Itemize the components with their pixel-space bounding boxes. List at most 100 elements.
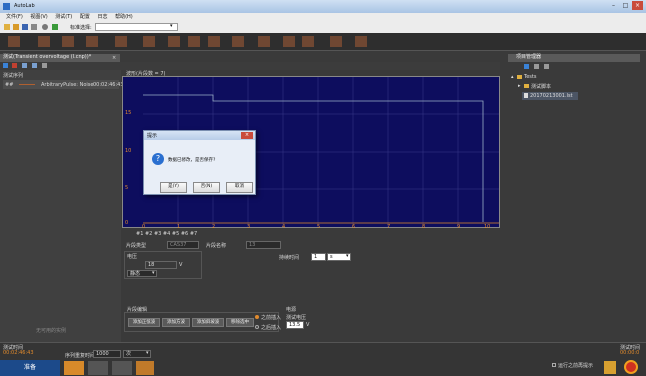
emergency-stop-icon[interactable] bbox=[624, 360, 638, 374]
crank-test-icon[interactable] bbox=[258, 36, 270, 47]
segment-type-label: 片段类型 bbox=[126, 243, 147, 249]
test-type-toolbar bbox=[0, 33, 646, 51]
cancel-button[interactable]: 取消 bbox=[226, 182, 253, 193]
test-voltage-field[interactable]: 13.5 bbox=[286, 321, 304, 329]
segment-tab-7[interactable]: #7 bbox=[190, 231, 197, 237]
project-add-icon[interactable] bbox=[524, 64, 529, 69]
prompt-checkbox[interactable] bbox=[552, 363, 556, 367]
project-open-icon[interactable] bbox=[534, 64, 539, 69]
menu-config[interactable]: 配置 bbox=[80, 13, 90, 22]
segment-name-field[interactable]: 13 bbox=[246, 241, 281, 249]
doc-tab-title: 测试(Transient overvoltage (l.cnp))* bbox=[3, 54, 92, 60]
copy-icon[interactable] bbox=[42, 63, 47, 68]
sequence-row-name: ArbitraryPulse: Noise bbox=[41, 82, 94, 88]
insert-before-label: 之前插入 bbox=[261, 315, 282, 321]
chevron-down-icon[interactable]: ▾ bbox=[346, 253, 349, 259]
dialog-close-icon[interactable]: × bbox=[241, 132, 253, 139]
save-icon[interactable] bbox=[22, 24, 28, 30]
reset-test-icon[interactable] bbox=[283, 36, 295, 47]
segment-tab-2[interactable]: #2 bbox=[145, 231, 152, 237]
voltage-label: 电压 bbox=[127, 254, 138, 260]
chevron-down-icon[interactable]: ▾ bbox=[146, 350, 149, 356]
add-sine-button[interactable]: 添加正弦波 bbox=[128, 318, 160, 327]
pulse-test-icon[interactable] bbox=[8, 36, 20, 47]
menu-log[interactable]: 日志 bbox=[97, 13, 107, 22]
new-icon[interactable] bbox=[4, 24, 10, 30]
tree-item-tests[interactable]: Tests bbox=[524, 74, 536, 80]
settings-icon[interactable] bbox=[42, 24, 48, 30]
x-tick: 2 bbox=[212, 224, 216, 230]
step-test-icon[interactable] bbox=[62, 36, 74, 47]
standard-toolbar: 标准选择: ▾ bbox=[0, 22, 646, 33]
move-up-icon[interactable] bbox=[22, 63, 27, 68]
open-icon[interactable] bbox=[13, 24, 19, 30]
chevron-down-icon[interactable]: ▾ bbox=[152, 270, 155, 276]
insert-before-radio[interactable] bbox=[255, 315, 259, 319]
menu-help[interactable]: 帮助(H) bbox=[115, 13, 133, 22]
insert-after-radio[interactable] bbox=[255, 325, 259, 329]
segment-tab-4[interactable]: #4 bbox=[163, 231, 170, 237]
remove-selected-button[interactable]: 移除选中 bbox=[226, 318, 254, 327]
power-test-icon[interactable] bbox=[355, 36, 367, 47]
segment-tab-6[interactable]: #6 bbox=[181, 231, 188, 237]
wave-test-icon[interactable] bbox=[232, 36, 244, 47]
sequence-row-time: 00:02:46:43 bbox=[93, 82, 124, 88]
yes-button[interactable]: 是(Y) bbox=[160, 182, 187, 193]
pause-icon[interactable] bbox=[88, 361, 108, 375]
project-delete-icon[interactable] bbox=[544, 64, 549, 69]
segment-tab-3[interactable]: #3 bbox=[154, 231, 161, 237]
close-icon[interactable]: × bbox=[632, 1, 643, 10]
arb-test-icon[interactable] bbox=[302, 36, 314, 47]
add-icon[interactable] bbox=[3, 63, 8, 68]
maximize-icon[interactable]: □ bbox=[620, 1, 631, 10]
delete-icon[interactable] bbox=[12, 63, 17, 68]
list-item[interactable]: ## ArbitraryPulse: Noise 00:02:46:43 bbox=[3, 80, 124, 89]
sequence-panel: 测试序列 ## ArbitraryPulse: Noise 00:02:46:4… bbox=[0, 70, 124, 342]
tree-expand-icon[interactable]: ▸ bbox=[518, 83, 521, 89]
segment-tab-1[interactable]: #1 bbox=[136, 231, 143, 237]
ramp-test-icon[interactable] bbox=[86, 36, 98, 47]
sine-test-icon[interactable] bbox=[143, 36, 155, 47]
tree-expand-icon[interactable]: ▴ bbox=[511, 74, 514, 80]
doc-tab[interactable]: 测试(Transient overvoltage (l.cnp))* bbox=[0, 54, 120, 62]
move-down-icon[interactable] bbox=[32, 63, 37, 68]
project-tab[interactable]: 项目管理器 bbox=[508, 54, 640, 62]
segment-type-field[interactable]: CAS37 bbox=[167, 241, 199, 249]
add-square-button[interactable]: 添加方波 bbox=[162, 318, 190, 327]
surge-test-icon[interactable] bbox=[115, 36, 127, 47]
x-tick: 5 bbox=[317, 224, 321, 230]
sequence-toolbar bbox=[0, 62, 500, 70]
square-test-icon[interactable] bbox=[168, 36, 180, 47]
tree-item-scripts[interactable]: 测试脚本 bbox=[531, 83, 551, 90]
segment-tab-5[interactable]: #5 bbox=[172, 231, 179, 237]
folder-icon bbox=[517, 75, 522, 79]
no-button[interactable]: 否(N) bbox=[193, 182, 220, 193]
chevron-down-icon[interactable]: ▾ bbox=[170, 23, 173, 29]
drop-test-icon[interactable] bbox=[38, 36, 50, 47]
ready-button[interactable]: 准备 bbox=[0, 360, 60, 376]
edit-icon[interactable] bbox=[31, 24, 37, 30]
doc-tab-close-icon[interactable]: × bbox=[112, 55, 116, 61]
segment-name-label: 片段名称 bbox=[206, 243, 227, 249]
step-icon[interactable] bbox=[136, 361, 154, 375]
dip-test-icon[interactable] bbox=[208, 36, 220, 47]
minimize-icon[interactable]: – bbox=[608, 1, 619, 10]
user-test-icon[interactable] bbox=[330, 36, 342, 47]
menu-file[interactable]: 文件(F) bbox=[6, 13, 23, 22]
menu-view[interactable]: 视图(V) bbox=[30, 13, 47, 22]
window-title: AutoLab bbox=[14, 3, 35, 9]
question-icon: ? bbox=[152, 153, 164, 165]
run-icon[interactable] bbox=[52, 24, 58, 30]
menu-test[interactable]: 测试(T) bbox=[55, 13, 72, 22]
add-ramp-button[interactable]: 添加斜坡波 bbox=[192, 318, 224, 327]
standard-select[interactable] bbox=[95, 23, 178, 31]
noise-test-icon[interactable] bbox=[188, 36, 200, 47]
record-icon[interactable] bbox=[604, 361, 616, 374]
stop-icon[interactable] bbox=[112, 361, 132, 375]
duration-field[interactable]: 1 bbox=[311, 253, 326, 261]
play-icon[interactable] bbox=[64, 361, 84, 375]
repeat-field[interactable]: 1000 bbox=[93, 350, 121, 358]
test-voltage-unit: V bbox=[306, 322, 310, 328]
dialog-message: 数据已修改，是否保存? bbox=[168, 158, 216, 163]
voltage-field[interactable]: 18 bbox=[145, 261, 177, 269]
